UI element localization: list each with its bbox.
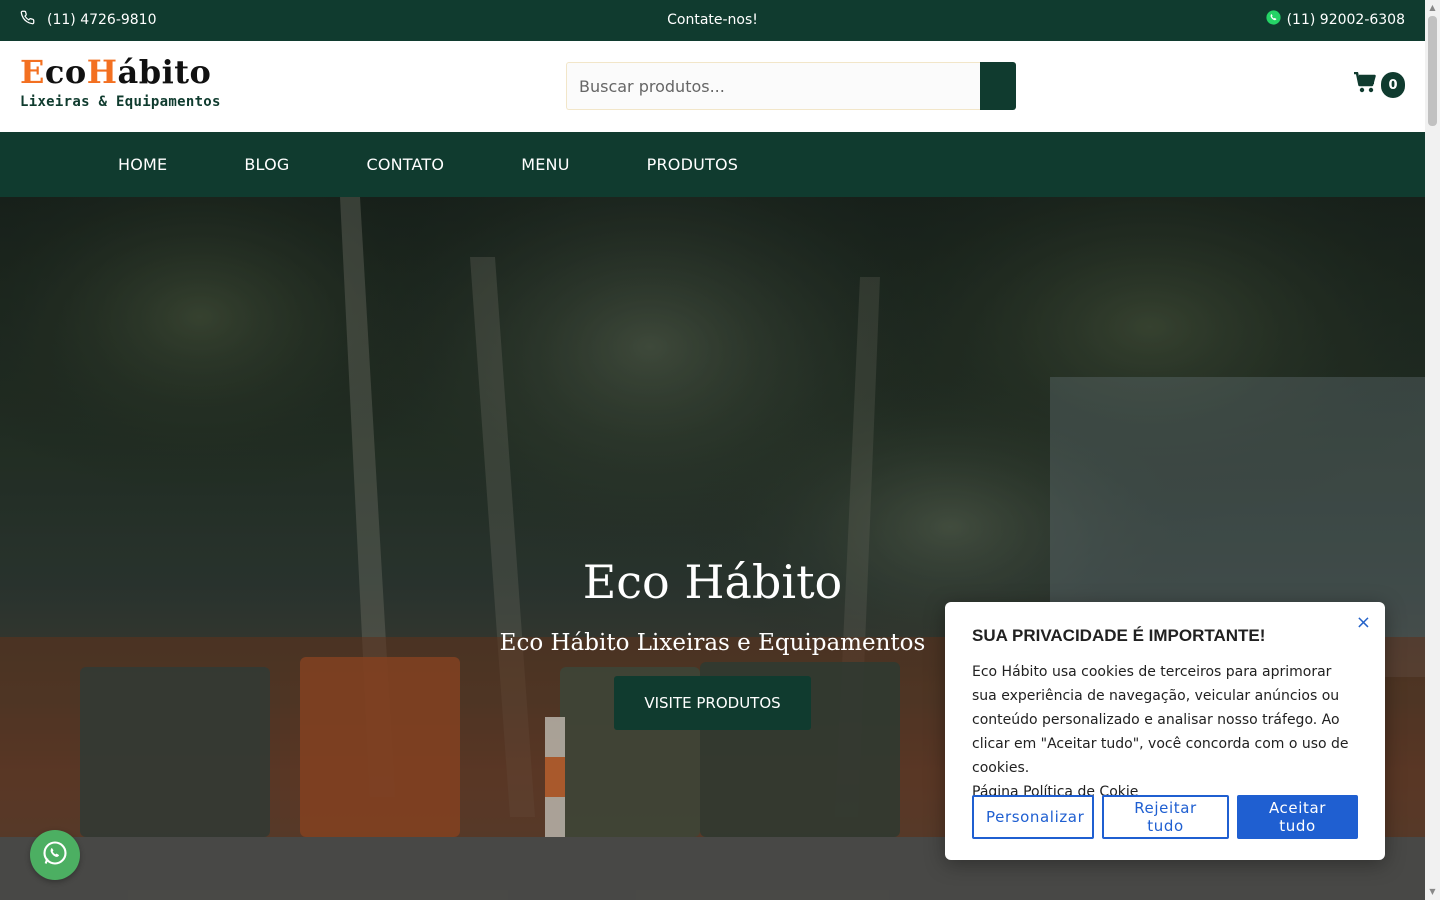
cart-count-badge: 0 (1381, 72, 1405, 98)
whatsapp-icon (41, 839, 69, 871)
topbar-whatsapp[interactable]: (11) 92002-6308 (1265, 9, 1405, 30)
site-header: EcoHábito Lixeiras & Equipamentos 0 (0, 41, 1425, 132)
scroll-up-icon[interactable]: ▲ (1428, 3, 1437, 13)
page-scrollbar[interactable]: ▲ ▼ (1425, 0, 1440, 900)
topbar-contact-link[interactable]: Contate-nos! (667, 12, 758, 28)
cart-icon (1353, 71, 1377, 98)
nav-item-produtos[interactable]: PRODUTOS (647, 155, 739, 174)
logo-subtitle: Lixeiras & Equipamentos (20, 94, 221, 110)
page: (11) 4726-9810 Contate-nos! (11) 92002-6… (0, 0, 1425, 900)
cookie-text: Eco Hábito usa cookies de terceiros para… (972, 660, 1358, 804)
visit-products-button[interactable]: VISITE PRODUTOS (614, 676, 811, 730)
cookie-consent-dialog: × SUA PRIVACIDADE É IMPORTANTE! Eco Hábi… (945, 602, 1385, 860)
topbar-contact: Contate-nos! (0, 12, 1425, 28)
whatsapp-icon (1265, 9, 1282, 30)
cookie-title: SUA PRIVACIDADE É IMPORTANTE! (972, 626, 1266, 645)
top-bar: (11) 4726-9810 Contate-nos! (11) 92002-6… (0, 0, 1425, 41)
cookie-buttons: Personalizar Rejeitar tudo Aceitar tudo (972, 795, 1358, 839)
topbar-whatsapp-text: (11) 92002-6308 (1286, 11, 1405, 28)
whatsapp-float-button[interactable] (30, 830, 80, 880)
search-bar (566, 62, 1016, 110)
accept-all-button[interactable]: Aceitar tudo (1237, 795, 1358, 839)
logo[interactable]: EcoHábito Lixeiras & Equipamentos (20, 54, 221, 110)
search-button[interactable] (980, 62, 1016, 110)
scroll-down-icon[interactable]: ▼ (1428, 887, 1437, 897)
nav-item-blog[interactable]: BLOG (244, 155, 289, 174)
close-icon[interactable]: × (1356, 612, 1371, 633)
main-nav: HOME BLOG CONTATO MENU PRODUTOS (0, 132, 1425, 197)
nav-item-menu[interactable]: MENU (521, 155, 569, 174)
scrollbar-thumb[interactable] (1428, 16, 1437, 126)
reject-all-button[interactable]: Rejeitar tudo (1102, 795, 1229, 839)
cart[interactable]: 0 (1353, 71, 1405, 98)
logo-wordmark: EcoHábito (20, 53, 212, 91)
nav-item-home[interactable]: HOME (118, 155, 167, 174)
search-input[interactable] (566, 62, 980, 110)
cookie-description: Eco Hábito usa cookies de terceiros para… (972, 664, 1349, 776)
customize-button[interactable]: Personalizar (972, 795, 1094, 839)
nav-item-contato[interactable]: CONTATO (366, 155, 444, 174)
